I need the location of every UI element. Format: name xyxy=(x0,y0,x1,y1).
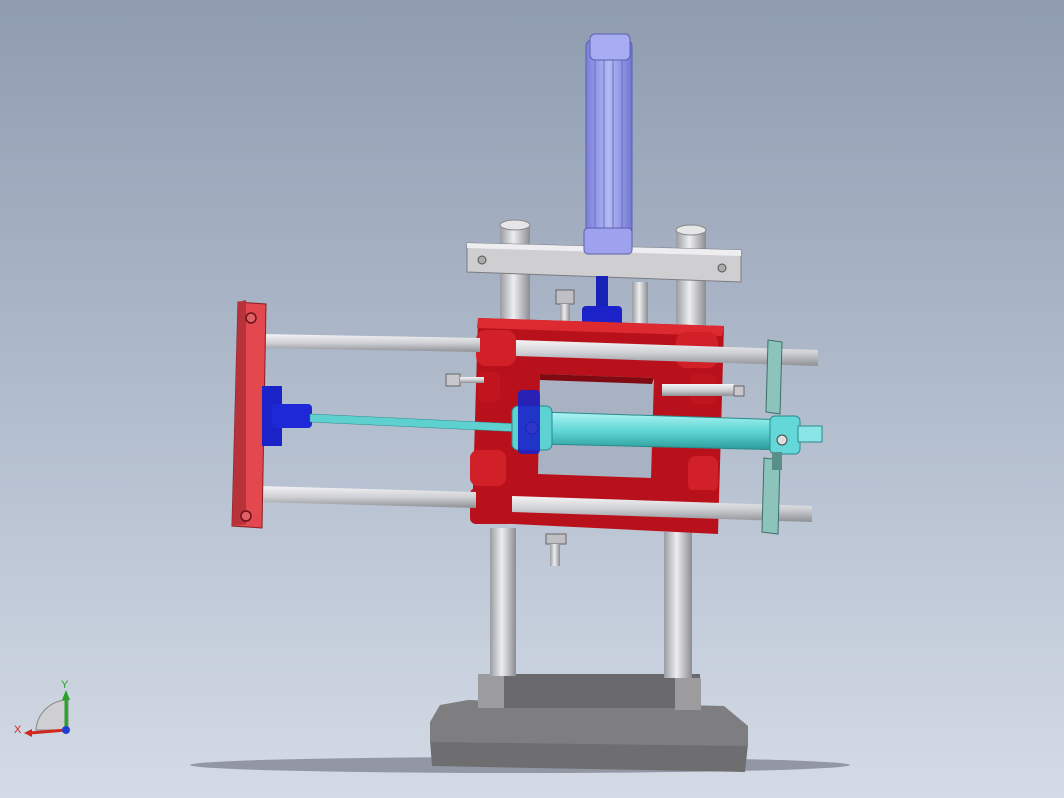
assembly-model[interactable]: Y X xyxy=(0,0,1064,798)
view-orientation-triad[interactable]: Y X xyxy=(14,679,70,737)
z-axis-indicator xyxy=(62,726,70,734)
base-block[interactable] xyxy=(430,674,748,772)
x-axis-label: X xyxy=(14,724,22,736)
y-axis-label: Y xyxy=(61,679,69,691)
left-end-plate[interactable] xyxy=(231,300,267,529)
vertical-air-cylinder[interactable] xyxy=(583,33,633,255)
bottom-stop-screw xyxy=(545,533,567,566)
vertical-rod-coupler xyxy=(555,276,648,326)
piston-rod-clamp xyxy=(262,386,312,446)
x-axis-arrow xyxy=(29,728,67,735)
cad-viewport[interactable]: Y X xyxy=(0,0,1064,798)
cylinder-mount-bracket xyxy=(518,390,540,454)
stop-screw-right xyxy=(662,384,745,397)
